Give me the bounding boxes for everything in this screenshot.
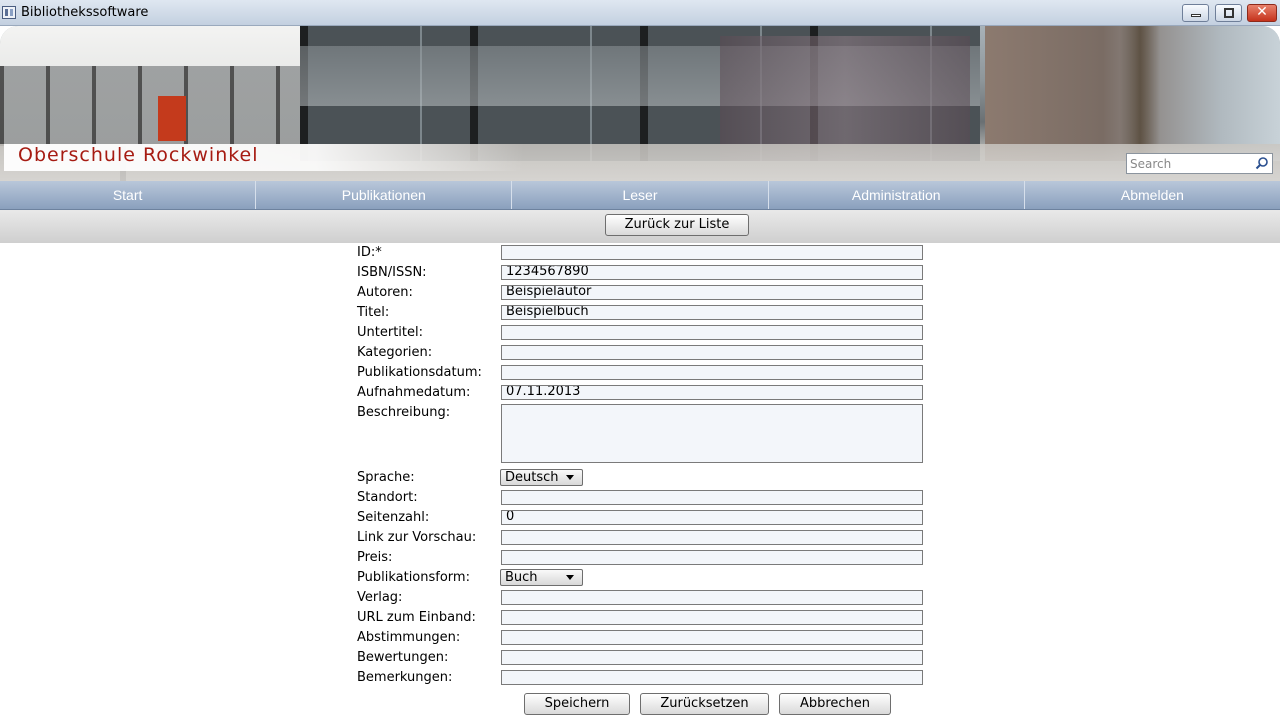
field-label: ID:*: [357, 245, 382, 260]
banner-photo-windows: [0, 66, 300, 146]
nav-item-publikationen[interactable]: Publikationen: [256, 181, 513, 209]
form-row-remarks: Bemerkungen:: [357, 669, 927, 689]
form-row-authors: Autoren: Beispielautor: [357, 284, 927, 304]
app-icon: [2, 6, 16, 19]
banner-photo-glass-door: [720, 36, 970, 161]
field-label: Preis:: [357, 550, 393, 565]
form-row-cover-url: URL zum Einband:: [357, 609, 927, 629]
search-box[interactable]: [1126, 153, 1273, 174]
field-label: Verlag:: [357, 590, 403, 605]
form-row-location: Standort:: [357, 489, 927, 509]
price-field[interactable]: [501, 550, 923, 565]
form-row-publication-form: Publikationsform: Buch: [357, 569, 927, 589]
form-row-record-date: Aufnahmedatum: 07.11.2013: [357, 384, 927, 404]
form-row-votes: Abstimmungen:: [357, 629, 927, 649]
description-textarea[interactable]: [501, 404, 923, 463]
language-select-value: Deutsch: [505, 470, 559, 485]
reset-button[interactable]: Zurücksetzen: [640, 693, 769, 715]
field-label: Publikationsform:: [357, 570, 470, 585]
form-row-id: ID:*: [357, 244, 927, 264]
field-label: Aufnahmedatum:: [357, 385, 471, 400]
save-button[interactable]: Speichern: [524, 693, 630, 715]
ratings-field[interactable]: [501, 650, 923, 665]
isbn-field[interactable]: 1234567890: [501, 265, 923, 280]
search-input[interactable]: [1130, 155, 1250, 172]
maximize-icon: [1224, 8, 1234, 18]
field-label: Abstimmungen:: [357, 630, 461, 645]
nav-item-start[interactable]: Start: [0, 181, 257, 209]
location-field[interactable]: [501, 490, 923, 505]
subtitle-field[interactable]: [501, 325, 923, 340]
field-label: Standort:: [357, 490, 418, 505]
field-label: Autoren:: [357, 285, 413, 300]
authors-field[interactable]: Beispielautor: [501, 285, 923, 300]
form-row-preview-link: Link zur Vorschau:: [357, 529, 927, 549]
id-field[interactable]: [501, 245, 923, 260]
form-row-isbn: ISBN/ISSN: 1234567890: [357, 264, 927, 284]
field-label: Publikationsdatum:: [357, 365, 482, 380]
categories-field[interactable]: [501, 345, 923, 360]
form-row-language: Sprache: Deutsch: [357, 469, 927, 489]
preview-link-field[interactable]: [501, 530, 923, 545]
banner-photo-red-panel: [158, 96, 186, 141]
publication-form-select-value: Buch: [505, 570, 538, 585]
remarks-field[interactable]: [501, 670, 923, 685]
cover-url-field[interactable]: [501, 610, 923, 625]
school-name: Oberschule Rockwinkel: [18, 144, 259, 166]
nav-item-administration[interactable]: Administration: [769, 181, 1025, 209]
form-row-price: Preis:: [357, 549, 927, 569]
nav-item-leser[interactable]: Leser: [512, 181, 769, 209]
field-label: Untertitel:: [357, 325, 423, 340]
close-button[interactable]: ✕: [1247, 4, 1277, 22]
field-label: Bewertungen:: [357, 650, 449, 665]
publication-date-field[interactable]: [501, 365, 923, 380]
minimize-icon: [1191, 14, 1201, 17]
field-label: Bemerkungen:: [357, 670, 453, 685]
cancel-button[interactable]: Abbrechen: [779, 693, 891, 715]
chevron-down-icon: [566, 575, 574, 580]
form-row-categories: Kategorien:: [357, 344, 927, 364]
field-label: Beschreibung:: [357, 405, 451, 420]
page-count-field[interactable]: 0: [501, 510, 923, 525]
back-to-list-button[interactable]: Zurück zur Liste: [605, 214, 749, 236]
banner-photo-tree: [1120, 26, 1160, 161]
field-label: Kategorien:: [357, 345, 433, 360]
search-icon[interactable]: [1255, 156, 1269, 170]
maximize-button[interactable]: [1215, 4, 1242, 22]
header-banner: Oberschule Rockwinkel: [0, 26, 1280, 181]
form-row-page-count: Seitenzahl: 0: [357, 509, 927, 529]
field-label: Titel:: [357, 305, 390, 320]
form-row-subtitle: Untertitel:: [357, 324, 927, 344]
close-icon: ✕: [1256, 4, 1268, 20]
votes-field[interactable]: [501, 630, 923, 645]
field-label: Link zur Vorschau:: [357, 530, 477, 545]
form-row-publication-date: Publikationsdatum:: [357, 364, 927, 384]
nav-item-abmelden[interactable]: Abmelden: [1025, 181, 1280, 209]
main-nav: Start Publikationen Leser Administration…: [0, 181, 1280, 210]
window-titlebar: Bibliothekssoftware ✕: [0, 0, 1280, 26]
form-row-title: Titel: Beispielbuch: [357, 304, 927, 324]
minimize-button[interactable]: [1182, 4, 1209, 22]
form-row-ratings: Bewertungen:: [357, 649, 927, 669]
publication-form-select[interactable]: Buch: [500, 569, 583, 586]
chevron-down-icon: [566, 475, 574, 480]
form-row-publisher: Verlag:: [357, 589, 927, 609]
field-label: Sprache:: [357, 470, 415, 485]
form-row-description: Beschreibung:: [357, 404, 927, 466]
record-date-field[interactable]: 07.11.2013: [501, 385, 923, 400]
publisher-field[interactable]: [501, 590, 923, 605]
window-title: Bibliothekssoftware: [21, 5, 149, 20]
language-select[interactable]: Deutsch: [500, 469, 583, 486]
field-label: Seitenzahl:: [357, 510, 430, 525]
field-label: ISBN/ISSN:: [357, 265, 427, 280]
field-label: URL zum Einband:: [357, 610, 476, 625]
title-field[interactable]: Beispielbuch: [501, 305, 923, 320]
